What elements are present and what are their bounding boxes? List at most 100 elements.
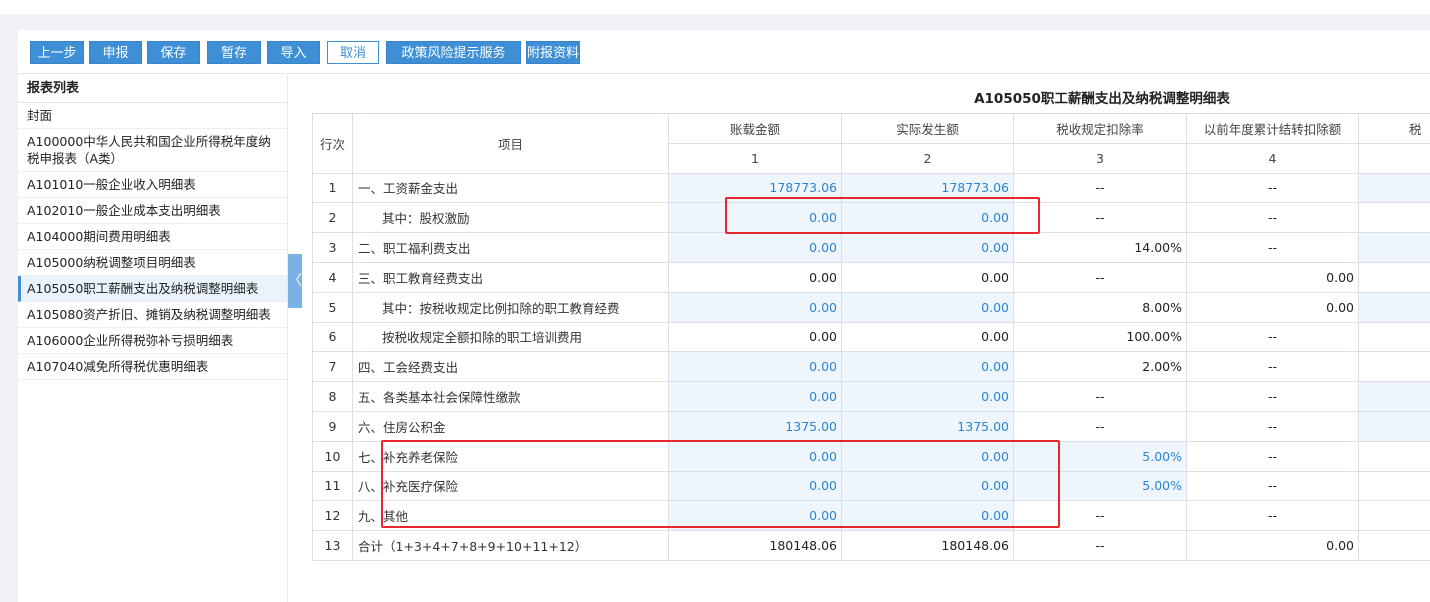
import-button[interactable]: 导入 bbox=[267, 41, 320, 64]
cell-col5 bbox=[1358, 381, 1430, 412]
cell-col5 bbox=[1358, 321, 1430, 353]
cell-book-amount: 0.00 bbox=[668, 261, 842, 293]
cell-book-amount[interactable]: 0.00 bbox=[668, 351, 842, 383]
cell-deduction-rate: 8.00% bbox=[1013, 291, 1187, 323]
cell-deduction-rate: -- bbox=[1013, 172, 1187, 204]
table-row: 7 四、工会经费支出 0.00 0.00 2.00% -- bbox=[312, 351, 1430, 383]
cell-prior-carryover: -- bbox=[1186, 232, 1359, 263]
sidebar-item-a105080[interactable]: A105080资产折旧、摊销及纳税调整明细表 bbox=[18, 302, 287, 328]
cell-actual-amount[interactable]: 0.00 bbox=[841, 440, 1014, 472]
temp-save-button[interactable]: 暂存 bbox=[207, 41, 261, 64]
cell-book-amount[interactable]: 178773.06 bbox=[668, 172, 842, 204]
sidebar-item-a104000[interactable]: A104000期间费用明细表 bbox=[18, 224, 287, 250]
sidebar-item-a105000[interactable]: A105000纳税调整项目明细表 bbox=[18, 250, 287, 276]
declare-button[interactable]: 申报 bbox=[89, 41, 142, 64]
cell-prior-carryover: -- bbox=[1186, 500, 1359, 532]
cell-actual-amount: 0.00 bbox=[841, 261, 1014, 293]
sidebar-item-a105050[interactable]: A105050职工薪酬支出及纳税调整明细表 bbox=[18, 276, 287, 302]
cell-col5 bbox=[1358, 530, 1430, 561]
cell-prior-carryover: -- bbox=[1186, 410, 1359, 442]
row-number: 12 bbox=[312, 500, 353, 532]
cell-book-amount[interactable]: 0.00 bbox=[668, 440, 842, 472]
cell-col5 bbox=[1358, 410, 1430, 442]
cell-prior-carryover: -- bbox=[1186, 470, 1359, 502]
header-num-4: 4 bbox=[1186, 142, 1359, 174]
cell-actual-amount[interactable]: 178773.06 bbox=[841, 172, 1014, 204]
row-item-label: 合计（1+3+4+7+8+9+10+11+12） bbox=[352, 530, 669, 561]
header-col-1: 账载金额 bbox=[668, 113, 842, 144]
table-row: 10 七、补充养老保险 0.00 0.00 5.00% -- bbox=[312, 440, 1430, 472]
cell-actual-amount[interactable]: 0.00 bbox=[841, 202, 1014, 234]
table-row: 12 九、其他 0.00 0.00 -- -- bbox=[312, 500, 1430, 532]
sidebar-item-a102010[interactable]: A102010一般企业成本支出明细表 bbox=[18, 198, 287, 224]
policy-risk-service-button[interactable]: 政策风险提示服务 bbox=[386, 41, 521, 64]
save-button[interactable]: 保存 bbox=[147, 41, 200, 64]
row-number: 10 bbox=[312, 440, 353, 472]
cell-actual-amount[interactable]: 0.00 bbox=[841, 232, 1014, 263]
row-item-label: 三、职工教育经费支出 bbox=[352, 261, 669, 293]
cell-col5 bbox=[1358, 202, 1430, 234]
cell-book-amount[interactable]: 0.00 bbox=[668, 381, 842, 412]
cell-deduction-rate[interactable]: 5.00% bbox=[1013, 440, 1187, 472]
cell-book-amount[interactable]: 0.00 bbox=[668, 232, 842, 263]
row-item-label: 六、住房公积金 bbox=[352, 410, 669, 442]
cell-col5 bbox=[1358, 351, 1430, 383]
sidebar-title: 报表列表 bbox=[18, 75, 287, 103]
table-row: 13 合计（1+3+4+7+8+9+10+11+12） 180148.06 18014… bbox=[312, 530, 1430, 561]
cell-book-amount[interactable]: 0.00 bbox=[668, 202, 842, 234]
row-number: 5 bbox=[312, 291, 353, 323]
cell-actual-amount[interactable]: 0.00 bbox=[841, 500, 1014, 532]
sidebar-item-a107040[interactable]: A107040减免所得税优惠明细表 bbox=[18, 354, 287, 380]
cell-book-amount[interactable]: 1375.00 bbox=[668, 410, 842, 442]
header-num-3: 3 bbox=[1013, 142, 1187, 174]
header-col-3: 税收规定扣除率 bbox=[1013, 113, 1187, 144]
row-number: 9 bbox=[312, 410, 353, 442]
header-item: 项目 bbox=[352, 113, 669, 174]
table-row: 9 六、住房公积金 1375.00 1375.00 -- -- bbox=[312, 410, 1430, 442]
cell-deduction-rate: -- bbox=[1013, 500, 1187, 532]
cell-col5 bbox=[1358, 172, 1430, 204]
row-item-label: 四、工会经费支出 bbox=[352, 351, 669, 383]
cell-col5 bbox=[1358, 500, 1430, 532]
cell-book-amount: 180148.06 bbox=[668, 530, 842, 561]
cell-deduction-rate: -- bbox=[1013, 410, 1187, 442]
header-num-1: 1 bbox=[668, 142, 842, 174]
table-row: 1 一、工资薪金支出 178773.06 178773.06 -- -- bbox=[312, 172, 1430, 204]
row-number: 7 bbox=[312, 351, 353, 383]
cell-actual-amount[interactable]: 0.00 bbox=[841, 291, 1014, 323]
table-row: 6 按税收规定全额扣除的职工培训费用 0.00 0.00 100.00% -- bbox=[312, 321, 1430, 353]
row-item-label: 八、补充医疗保险 bbox=[352, 470, 669, 502]
row-number: 8 bbox=[312, 381, 353, 412]
cell-prior-carryover: 0.00 bbox=[1186, 530, 1359, 561]
sidebar-item-a100000[interactable]: A100000中华人民共和国企业所得税年度纳税申报表（A类） bbox=[18, 129, 287, 172]
cell-actual-amount[interactable]: 0.00 bbox=[841, 470, 1014, 502]
header-col-5: 税 bbox=[1358, 113, 1430, 144]
report-list-sidebar: 报表列表 封面 A100000中华人民共和国企业所得税年度纳税申报表（A类） A… bbox=[18, 75, 288, 602]
cell-actual-amount[interactable]: 0.00 bbox=[841, 381, 1014, 412]
attachments-button[interactable]: 附报资料 bbox=[526, 41, 580, 64]
cell-book-amount[interactable]: 0.00 bbox=[668, 470, 842, 502]
cell-prior-carryover: -- bbox=[1186, 172, 1359, 204]
top-strip bbox=[0, 0, 1430, 14]
cell-deduction-rate: -- bbox=[1013, 530, 1187, 561]
cell-book-amount[interactable]: 0.00 bbox=[668, 500, 842, 532]
cell-actual-amount[interactable]: 0.00 bbox=[841, 351, 1014, 383]
cancel-button[interactable]: 取消 bbox=[327, 41, 379, 64]
header-num-2: 2 bbox=[841, 142, 1014, 174]
cell-actual-amount[interactable]: 1375.00 bbox=[841, 410, 1014, 442]
sidebar-item-a101010[interactable]: A101010一般企业收入明细表 bbox=[18, 172, 287, 198]
row-number: 2 bbox=[312, 202, 353, 234]
cell-actual-amount: 0.00 bbox=[841, 321, 1014, 353]
header-col-2: 实际发生额 bbox=[841, 113, 1014, 144]
sidebar-item-a106000[interactable]: A106000企业所得税弥补亏损明细表 bbox=[18, 328, 287, 354]
sidebar-item-cover[interactable]: 封面 bbox=[18, 103, 287, 129]
sidebar-collapse-button[interactable]: 〈 bbox=[288, 254, 302, 308]
row-item-label: 按税收规定全额扣除的职工培训费用 bbox=[352, 321, 669, 353]
cell-book-amount[interactable]: 0.00 bbox=[668, 291, 842, 323]
row-number: 13 bbox=[312, 530, 353, 561]
table-row: 2 其中：股权激励 0.00 0.00 -- -- bbox=[312, 202, 1430, 234]
app-window: 上一步 申报 保存 暂存 导入 取消 政策风险提示服务 附报资料 报表列表 封面… bbox=[18, 30, 1430, 602]
cell-deduction-rate[interactable]: 5.00% bbox=[1013, 470, 1187, 502]
row-number: 4 bbox=[312, 261, 353, 293]
prev-step-button[interactable]: 上一步 bbox=[30, 41, 84, 64]
